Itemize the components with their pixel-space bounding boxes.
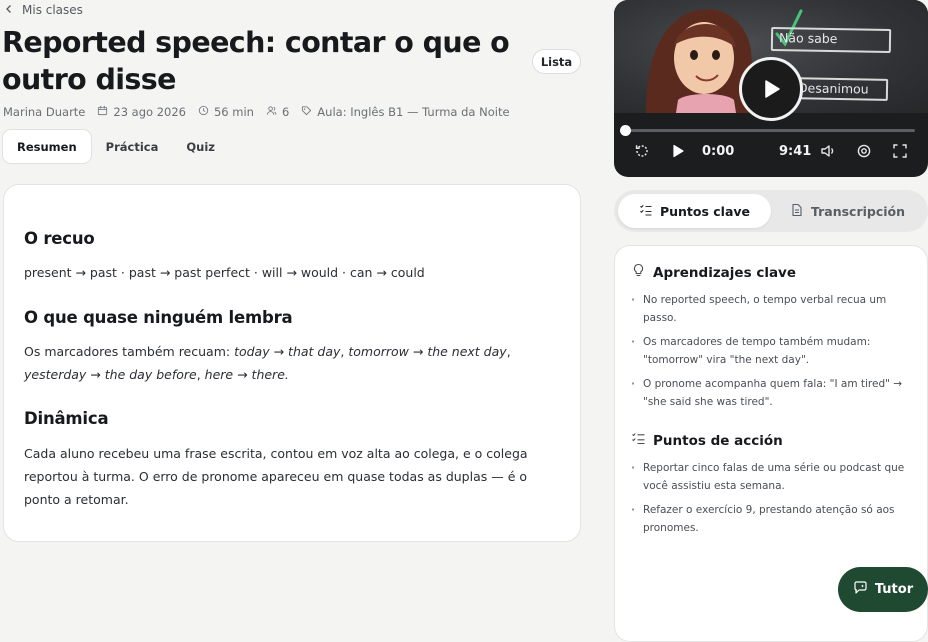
breadcrumb-label: Mis clases [22, 3, 83, 17]
actions-heading: Puntos de acción [631, 431, 783, 450]
volume-icon[interactable] [820, 143, 836, 163]
list-button[interactable]: Lista [532, 49, 581, 74]
section-text-recuo: present → past · past → past perfect · w… [24, 265, 425, 280]
participant-count: 6 [281, 105, 290, 119]
checklist-icon [639, 203, 653, 220]
teacher-name: Marina Duarte [3, 105, 86, 119]
video-note-2: Desanimou [789, 77, 889, 101]
video-progress-bar[interactable] [620, 125, 915, 136]
play-button-icon[interactable] [670, 143, 686, 163]
list-item: Refazer o exercício 9, prestando atenção… [631, 501, 917, 537]
learnings-heading: Aprendizajes clave [631, 263, 796, 282]
tab-transcripcion-label: Transcripción [810, 203, 906, 219]
tab-puntos-clave[interactable]: Puntos clave [618, 194, 771, 228]
section-text-dinamica: Cada aluno recebeu uma frase escrita, co… [24, 446, 528, 507]
chevron-left-icon [4, 3, 14, 17]
actions-list: Reportar cinco falas de uma série ou pod… [631, 459, 917, 543]
video-progress-handle[interactable] [620, 125, 631, 136]
actions-title: Puntos de acción [653, 432, 783, 449]
checklist-icon [631, 431, 646, 450]
clock-icon [198, 105, 209, 119]
lesson-duration: 56 min [213, 105, 254, 119]
section-heading-dinamica: Dinâmica [24, 409, 109, 428]
section-heading-recuo: O recuo [24, 229, 95, 248]
lesson-meta: Marina Duarte 23 ago 2026 56 min 6 Aula:… [3, 104, 522, 120]
document-icon [790, 203, 804, 220]
class-tag-icon [301, 105, 312, 119]
tab-puntos-clave-label: Puntos clave [659, 203, 751, 219]
total-duration: 9:41 [779, 144, 812, 159]
panel-tabs: Puntos clave Transcripción [614, 190, 928, 232]
tutor-button[interactable]: Tutor [838, 567, 928, 612]
tab-practica[interactable]: Práctica [92, 129, 173, 164]
list-item: O pronome acompanha quem fala: "I am tir… [631, 375, 917, 411]
current-time: 0:00 [702, 144, 735, 159]
tab-transcripcion[interactable]: Transcripción [771, 194, 924, 228]
list-item: No reported speech, o tempo verbal recua… [631, 291, 917, 327]
video-frame[interactable]: Não sabe Desanimou [614, 0, 928, 121]
tutor-label: Tutor [874, 582, 914, 597]
class-name: Aula: Inglês B1 — Turma da Noite [317, 105, 510, 119]
video-note-1: Não sabe [770, 26, 892, 54]
video-player[interactable]: Não sabe Desanimou 0:00 9:41 [614, 0, 928, 177]
list-item: Reportar cinco falas de uma série ou pod… [631, 459, 917, 495]
summary-card: O recuo present → past · past → past per… [3, 184, 581, 542]
section-text-lembra: Os marcadores também recuam: today → tha… [24, 344, 511, 382]
play-overlay-button[interactable] [739, 57, 803, 121]
learnings-title: Aprendizajes clave [653, 264, 797, 281]
users-icon [266, 105, 277, 119]
learnings-list: No reported speech, o tempo verbal recua… [631, 291, 917, 417]
fullscreen-icon[interactable] [892, 143, 908, 163]
page-title: Reported speech: contar o que o outro di… [2, 26, 510, 96]
list-item: Os marcadores de tempo também mudam: "to… [631, 333, 917, 369]
lesson-date: 23 ago 2026 [113, 105, 186, 119]
lesson-tabs: Resumen Práctica Quiz [2, 129, 229, 164]
chat-sparkle-icon [853, 580, 868, 599]
calendar-icon [97, 105, 108, 119]
tab-resumen[interactable]: Resumen [2, 129, 92, 164]
tab-quiz[interactable]: Quiz [172, 129, 229, 164]
settings-icon[interactable] [856, 143, 872, 163]
breadcrumb[interactable]: Mis clases [4, 2, 83, 18]
play-icon [765, 80, 780, 98]
replay-icon[interactable] [634, 143, 650, 163]
lightbulb-icon [631, 263, 646, 282]
video-controls: 0:00 9:41 [634, 143, 914, 163]
section-heading-lembra: O que quase ninguém lembra [24, 308, 293, 327]
